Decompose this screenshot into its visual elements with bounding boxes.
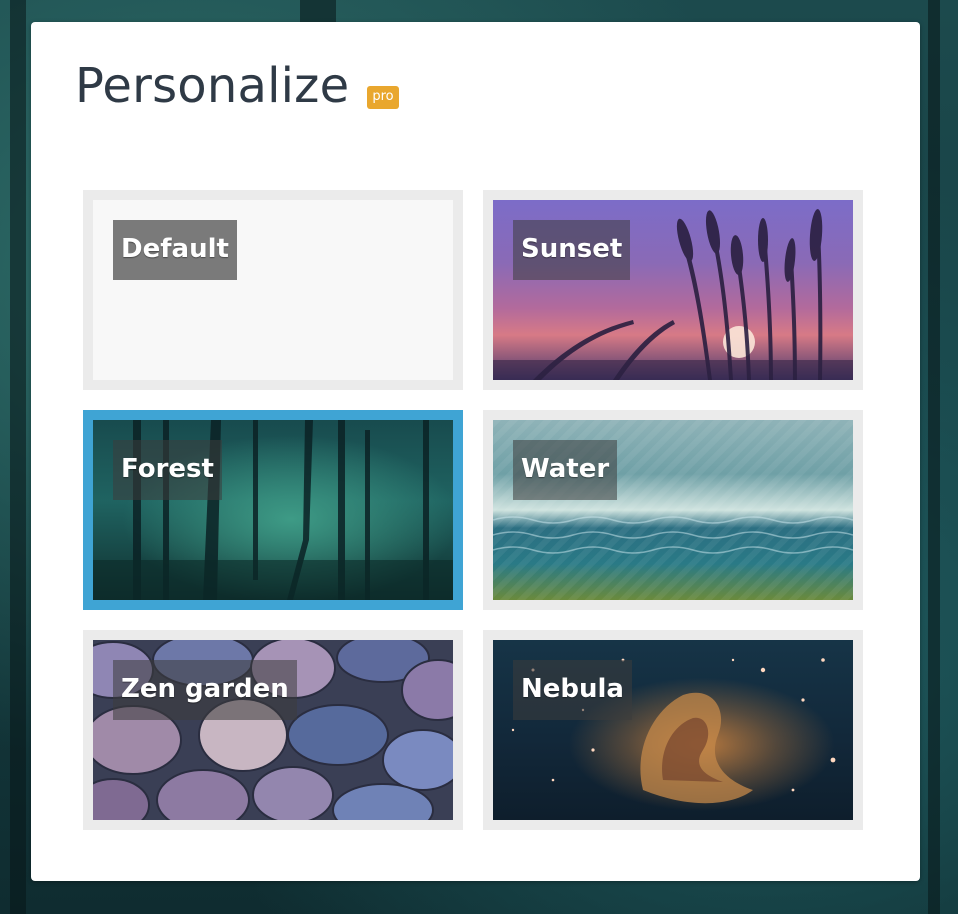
theme-tile-zen-garden[interactable]: Zen garden [83, 630, 463, 830]
theme-tile-water[interactable]: Water [483, 410, 863, 610]
theme-preview-forest: Forest [93, 420, 453, 600]
theme-tile-nebula[interactable]: Nebula [483, 630, 863, 830]
personalize-panel: Personalize pro Default Sunset Forest Wa… [31, 22, 920, 881]
pro-badge: pro [367, 85, 399, 109]
background-tree-trunk [10, 0, 26, 914]
theme-preview-sunset: Sunset [493, 200, 853, 380]
theme-preview-nebula: Nebula [493, 640, 853, 820]
theme-preview-water: Water [493, 420, 853, 600]
theme-label: Forest [113, 440, 222, 500]
background-tree-trunk [300, 0, 336, 22]
theme-tile-default[interactable]: Default [83, 190, 463, 390]
theme-label: Nebula [513, 660, 632, 720]
theme-preview-zen-garden: Zen garden [93, 640, 453, 820]
theme-label: Sunset [513, 220, 631, 280]
theme-label: Zen garden [113, 660, 297, 720]
theme-label: Water [513, 440, 618, 500]
theme-tile-forest[interactable]: Forest [83, 410, 463, 610]
panel-header: Personalize pro [75, 56, 399, 116]
theme-tile-sunset[interactable]: Sunset [483, 190, 863, 390]
theme-preview-default: Default [93, 200, 453, 380]
theme-label: Default [113, 220, 237, 280]
page-title: Personalize [75, 58, 350, 114]
background-tree-trunk [928, 0, 940, 914]
